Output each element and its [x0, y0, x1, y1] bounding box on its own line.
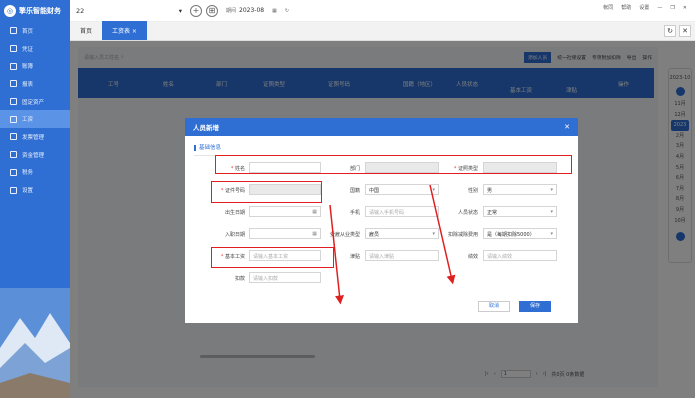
birth-label: 出生日期: [224, 210, 245, 216]
sidebar-item-fund[interactable]: 资金管理: [0, 146, 70, 164]
deduction-input[interactable]: 请输入扣款: [249, 272, 321, 283]
highlight-box-idno: [211, 181, 322, 203]
chevron-down-icon: ▾: [550, 187, 553, 193]
deduct-label: 扣除减除费用: [447, 232, 478, 238]
sidebar: ◎ 擎乐智能财务 首页 凭证 账簿 报表 固定资产 工资 发票管理 资金管理 税务…: [0, 0, 70, 398]
deduct-select[interactable]: 是（每期扣除5000） ▾: [483, 228, 557, 239]
gear-icon: [10, 186, 17, 194]
fund-icon: [10, 151, 17, 159]
status-select[interactable]: 正常 ▾: [483, 206, 557, 217]
emptype-label: 受雇从业类型: [329, 232, 360, 238]
grid-icon[interactable]: ⊞: [206, 4, 218, 17]
top-bar: 22 ▾ + ⊞ 期间 2023-08 ▦ ↻ 帐同 帮助 设置 — ❐ ✕: [70, 0, 695, 22]
cancel-button[interactable]: 取消: [478, 301, 510, 312]
asset-icon: [10, 98, 17, 106]
hire-label: 入职日期: [224, 232, 245, 238]
top-link-settings[interactable]: 设置: [639, 4, 649, 11]
ledger-icon: [10, 62, 17, 70]
highlight-box-salary: [211, 247, 334, 268]
chevron-down-icon: ▾: [550, 231, 553, 237]
chevron-down-icon: ▾: [550, 209, 553, 215]
period-label: 期间: [226, 8, 237, 14]
sidebar-item-report[interactable]: 报表: [0, 75, 70, 93]
report-icon: [10, 80, 17, 88]
add-person-dialog: 人员新增 ✕ 基础信息 * 姓名 部门 * 证照类型 * 证件号码 国籍 中国 ▾ …: [185, 118, 578, 323]
status-label: 人员状态: [457, 210, 478, 216]
top-links: 帐同 帮助 设置 — ❐ ✕: [603, 4, 687, 12]
sidebar-item-salary[interactable]: 工资: [0, 110, 70, 129]
mountain-illustration: [0, 288, 70, 398]
invoice-icon: [10, 133, 17, 141]
sidebar-item-home[interactable]: 首页: [0, 22, 70, 40]
sidebar-item-ledger[interactable]: 账簿: [0, 57, 70, 75]
bonus-label: 绩效: [467, 254, 478, 260]
logo: ◎ 擎乐智能财务: [0, 0, 70, 22]
highlight-box-row1: [215, 155, 572, 174]
close-icon[interactable]: ✕: [564, 123, 570, 131]
close-window-icon[interactable]: ✕: [683, 5, 687, 11]
sidebar-item-asset[interactable]: 固定资产: [0, 93, 70, 111]
caret-down-icon: ▾: [178, 6, 182, 15]
bonus-input[interactable]: 请输入绩效: [483, 250, 557, 261]
gender-label: 性别: [467, 188, 478, 194]
add-icon[interactable]: +: [190, 4, 202, 17]
logo-mark-icon: ◎: [4, 5, 16, 17]
reload-icon[interactable]: ↻: [664, 25, 676, 37]
refresh-icon[interactable]: ↻: [285, 8, 289, 14]
top-link-help[interactable]: 帮助: [621, 4, 631, 11]
dialog-title: 人员新增: [193, 124, 219, 132]
sidebar-item-invoice[interactable]: 发票管理: [0, 128, 70, 146]
period-value[interactable]: 2023-08: [239, 7, 264, 14]
section-title: 基础信息: [194, 145, 221, 151]
maximize-icon[interactable]: ❐: [670, 5, 674, 11]
calendar-icon[interactable]: ▦: [272, 8, 277, 14]
sidebar-item-settings[interactable]: 设置: [0, 181, 70, 199]
dialog-header: 人员新增 ✕: [185, 118, 578, 136]
sidebar-item-tax[interactable]: 税务: [0, 164, 70, 182]
tab-home[interactable]: 首页: [70, 21, 102, 40]
top-link-1[interactable]: 帐同: [603, 4, 613, 11]
tab-bar: 首页 工资表 × ↻ ✕: [70, 21, 695, 41]
gender-select[interactable]: 男 ▾: [483, 184, 557, 195]
deduction-label: 扣款: [234, 276, 245, 282]
minimize-icon[interactable]: —: [657, 5, 662, 11]
close-all-icon[interactable]: ✕: [679, 25, 691, 37]
save-button[interactable]: 保存: [519, 301, 551, 312]
sidebar-item-voucher[interactable]: 凭证: [0, 40, 70, 58]
home-icon: [10, 27, 17, 35]
account-select[interactable]: 22 ▾: [76, 4, 186, 18]
phone-label: 手机: [349, 210, 360, 216]
salary-icon: [10, 115, 17, 123]
tab-salary[interactable]: 工资表 ×: [102, 21, 147, 40]
voucher-icon: [10, 45, 17, 53]
tax-icon: [10, 168, 17, 176]
